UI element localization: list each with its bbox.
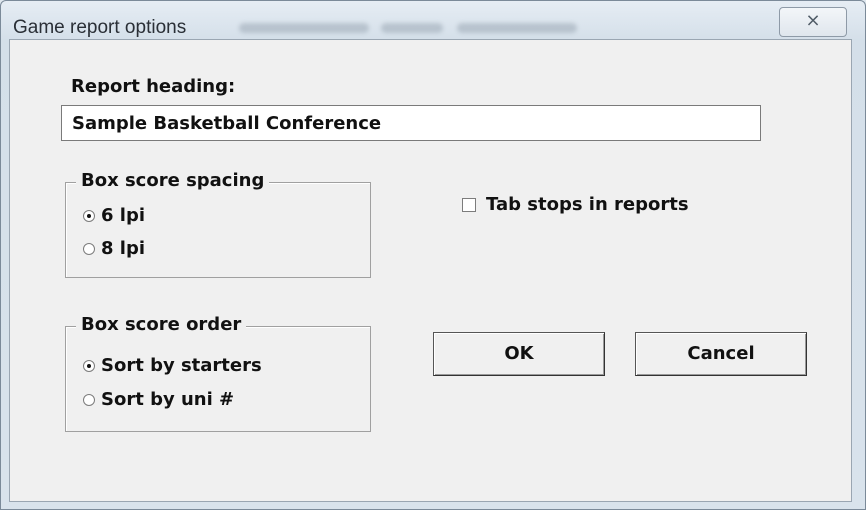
tab-stops-label: Tab stops in reports <box>486 194 689 215</box>
radio-unselected-icon[interactable] <box>83 393 95 406</box>
tab-stops-checkbox-row[interactable]: Tab stops in reports <box>462 194 689 215</box>
spacing-option-8-lpi[interactable]: 8 lpi <box>83 238 145 259</box>
spacing-option-label: 6 lpi <box>101 205 146 226</box>
close-icon: ⨯ <box>805 10 821 31</box>
report-heading-input[interactable]: Sample Basketball Conference <box>61 105 761 141</box>
radio-selected-icon[interactable] <box>83 209 95 222</box>
radio-unselected-icon[interactable] <box>83 242 95 255</box>
cancel-button[interactable]: Cancel <box>635 332 807 376</box>
blurred-background-text <box>457 23 577 33</box>
dialog-window: Game report options ⨯ Report heading: Sa… <box>0 0 866 510</box>
ok-button[interactable]: OK <box>433 332 605 376</box>
box-score-order-group: Box score order Sort by starters Sort by… <box>65 314 371 432</box>
order-option-label: Sort by uni # <box>101 389 235 410</box>
dialog-client-area: Report heading: Sample Basketball Confer… <box>9 39 852 502</box>
box-score-spacing-group: Box score spacing 6 lpi 8 lpi <box>65 170 371 278</box>
report-heading-label: Report heading: <box>71 76 236 97</box>
spacing-option-label: 8 lpi <box>101 238 146 259</box>
order-option-label: Sort by starters <box>101 355 262 376</box>
order-option-sort-by-starters[interactable]: Sort by starters <box>83 355 262 376</box>
spacing-option-6-lpi[interactable]: 6 lpi <box>83 205 145 226</box>
order-option-sort-by-uni[interactable]: Sort by uni # <box>83 389 234 410</box>
blurred-background-text <box>381 23 443 33</box>
window-title: Game report options <box>13 17 187 38</box>
box-score-order-legend: Box score order <box>76 314 247 335</box>
radio-selected-icon[interactable] <box>83 359 95 372</box>
tab-stops-checkbox[interactable] <box>462 197 476 212</box>
blurred-background-text <box>239 23 369 33</box>
close-button[interactable]: ⨯ <box>779 7 847 37</box>
box-score-spacing-legend: Box score spacing <box>76 170 270 191</box>
